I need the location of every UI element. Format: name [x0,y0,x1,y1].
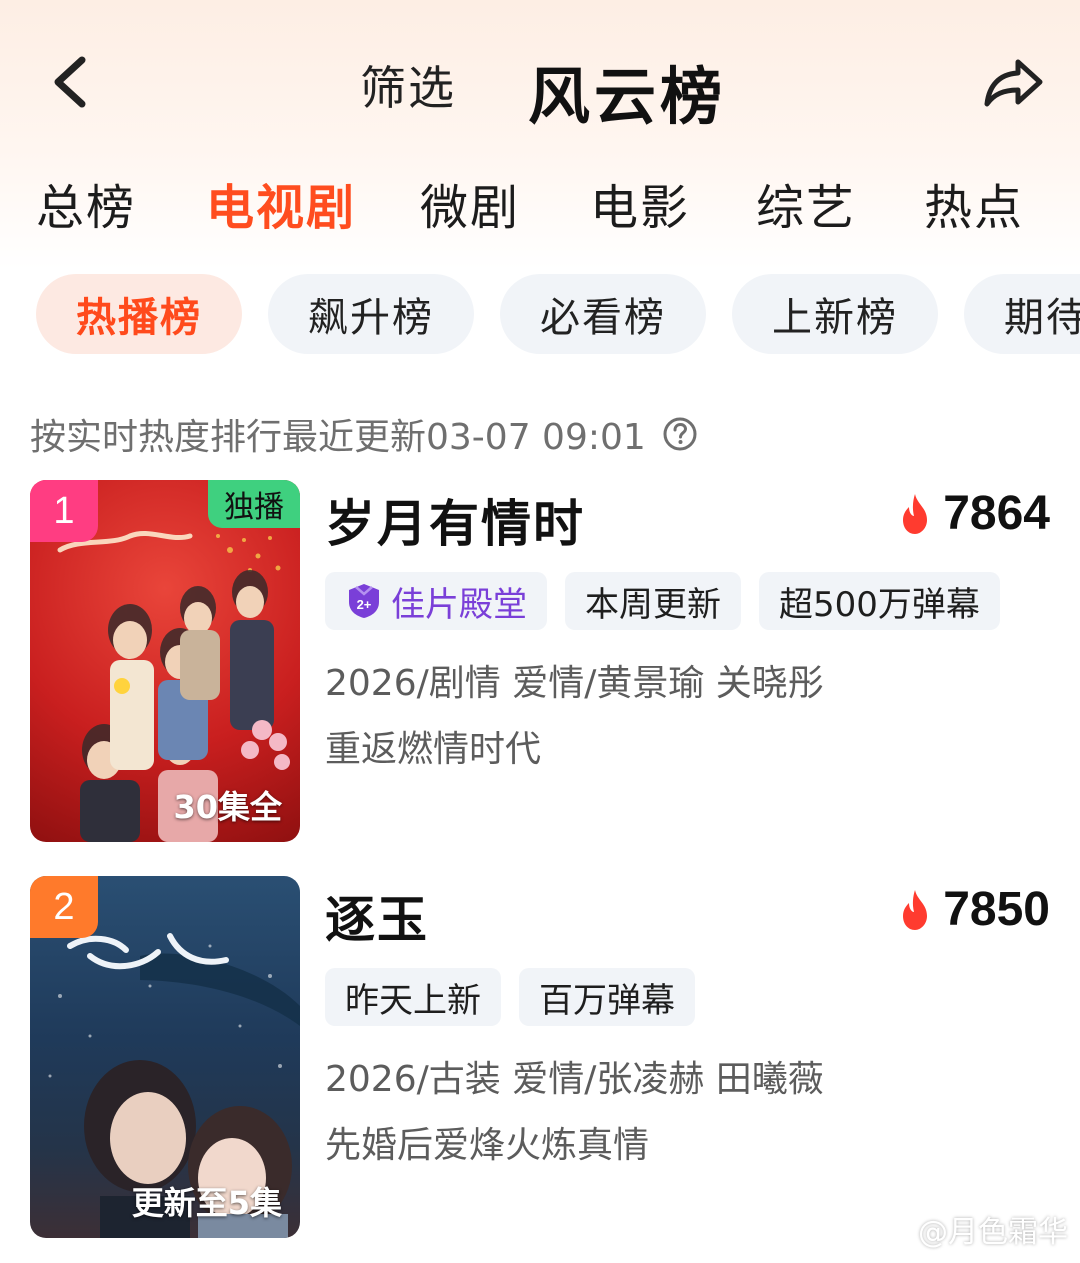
heat-score: 7850 [897,882,1050,937]
tab-tv-series[interactable]: 电视剧 [206,168,356,238]
filter-link[interactable]: 筛选 [360,52,456,118]
tab-movie[interactable]: 电影 [590,168,690,238]
list-item[interactable]: 1 独播 30集全 岁月有情时 7864 2+ 佳片殿堂 本周更新 超500万弹… [0,480,1080,842]
share-icon [984,59,1043,107]
ranking-note-text: 按实时热度排行最近更新03-07 09:01 [30,417,646,458]
tag-danmaku-count: 超500万弹幕 [759,572,1000,630]
show-meta: 2026/剧情 爱情/黄景瑜 关晓彤 [325,663,824,704]
back-arrow-icon [54,56,86,108]
tag-row: 昨天上新 百万弹幕 [325,968,695,1026]
rank-badge: 1 [30,480,98,542]
hall-of-fame-tag[interactable]: 2+ 佳片殿堂 [325,572,547,630]
top-bar: 筛选 风云榜 [0,0,1080,165]
heat-score: 7864 [897,486,1050,541]
page-title: 风云榜 [528,60,727,133]
subtab-rising[interactable]: 飙升榜 [268,274,474,354]
watermark-text: @月色霜华 [918,1215,1068,1250]
tab-hot-topics[interactable]: 热点 [924,168,1024,238]
subtab-anticipated[interactable]: 期待 [964,274,1080,354]
list-item[interactable]: 2 更新至5集 逐玉 7850 昨天上新 百万弹幕 2026/古装 爱情/张凌赫… [0,876,1080,1238]
show-meta: 2026/古装 爱情/张凌赫 田曦薇 [325,1059,824,1100]
tab-overall[interactable]: 总榜 [36,168,136,238]
hall-of-fame-label: 佳片殿堂 [391,584,527,625]
poster-image[interactable]: 2 更新至5集 [30,876,300,1238]
tag-row: 2+ 佳片殿堂 本周更新 超500万弹幕 [325,572,1000,630]
show-title[interactable]: 逐玉 [325,880,429,952]
back-button[interactable] [40,50,100,114]
poster-image[interactable]: 1 独播 30集全 [30,480,300,842]
watermark: @月色霜华 [878,1207,1068,1251]
subtab-must-watch[interactable]: 必看榜 [500,274,706,354]
show-slogan: 先婚后爱烽火炼真情 [325,1125,650,1166]
flame-icon [903,889,928,930]
share-button[interactable] [978,50,1050,114]
subtab-new-release[interactable]: 上新榜 [732,274,938,354]
subtab-hot-playing[interactable]: 热播榜 [36,274,242,354]
weibo-logo-icon [878,1217,911,1243]
exclusive-badge: 独播 [208,480,300,528]
help-icon[interactable] [662,416,698,452]
ranking-type-tabs: 热播榜 飙升榜 必看榜 上新榜 期待 [0,274,1080,354]
tag-new-yesterday: 昨天上新 [325,968,501,1026]
tag-weekly-update: 本周更新 [565,572,741,630]
category-tabs: 总榜 电视剧 微剧 电影 综艺 热点 [0,168,1080,236]
heat-value: 7864 [943,487,1050,540]
flame-icon [903,493,928,534]
rank-badge: 2 [30,876,98,938]
ranking-note: 按实时热度排行最近更新03-07 09:01 [30,408,698,460]
show-slogan: 重返燃情时代 [325,729,542,770]
tab-variety[interactable]: 综艺 [756,168,856,238]
episode-status: 30集全 [173,788,282,826]
svg-text:2+: 2+ [357,597,372,612]
shield-icon: 2+ [349,584,379,618]
tab-micro-drama[interactable]: 微剧 [420,168,520,238]
tag-danmaku-count: 百万弹幕 [519,968,695,1026]
episode-status: 更新至5集 [131,1184,282,1222]
heat-value: 7850 [943,883,1050,936]
show-title[interactable]: 岁月有情时 [325,484,585,556]
